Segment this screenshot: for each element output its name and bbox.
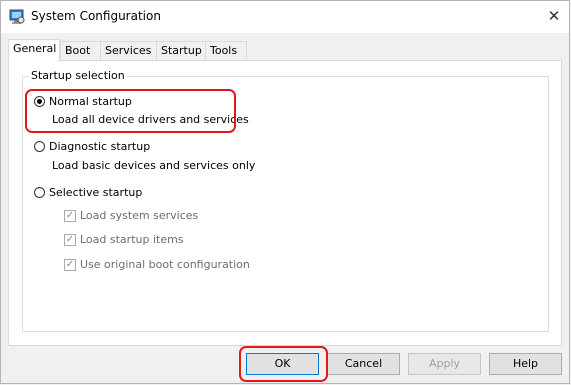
- diagnostic-startup-label: Diagnostic startup: [49, 140, 151, 153]
- load-system-services-label: Load system services: [80, 209, 199, 222]
- tab-services[interactable]: Services: [100, 41, 157, 60]
- use-original-boot-config-checkbox: ✓: [64, 259, 76, 271]
- tab-boot[interactable]: Boot: [60, 41, 101, 60]
- ok-button-highlight: [239, 346, 328, 382]
- normal-startup-highlight: [25, 89, 236, 133]
- load-startup-items-label: Load startup items: [80, 233, 184, 246]
- title-bar: System Configuration ✕: [1, 1, 569, 33]
- tab-startup[interactable]: Startup: [156, 41, 206, 60]
- startup-selection-legend: Startup selection: [29, 69, 127, 82]
- help-button[interactable]: Help: [489, 353, 562, 375]
- cancel-button[interactable]: Cancel: [327, 353, 400, 375]
- load-system-services-checkbox: ✓: [64, 210, 76, 222]
- tab-tools[interactable]: Tools: [205, 41, 247, 60]
- msconfig-app-icon: [9, 9, 25, 25]
- use-original-boot-config-label: Use original boot configuration: [80, 258, 250, 271]
- window-title: System Configuration: [31, 9, 161, 23]
- diagnostic-startup-radio[interactable]: [34, 141, 45, 152]
- diagnostic-startup-description: Load basic devices and services only: [52, 159, 256, 172]
- selective-startup-label: Selective startup: [49, 186, 143, 199]
- load-startup-items-checkbox: ✓: [64, 234, 76, 246]
- close-icon[interactable]: ✕: [539, 1, 569, 31]
- tab-general[interactable]: General: [8, 39, 60, 62]
- selective-startup-radio[interactable]: [34, 187, 45, 198]
- apply-button[interactable]: Apply: [408, 353, 481, 375]
